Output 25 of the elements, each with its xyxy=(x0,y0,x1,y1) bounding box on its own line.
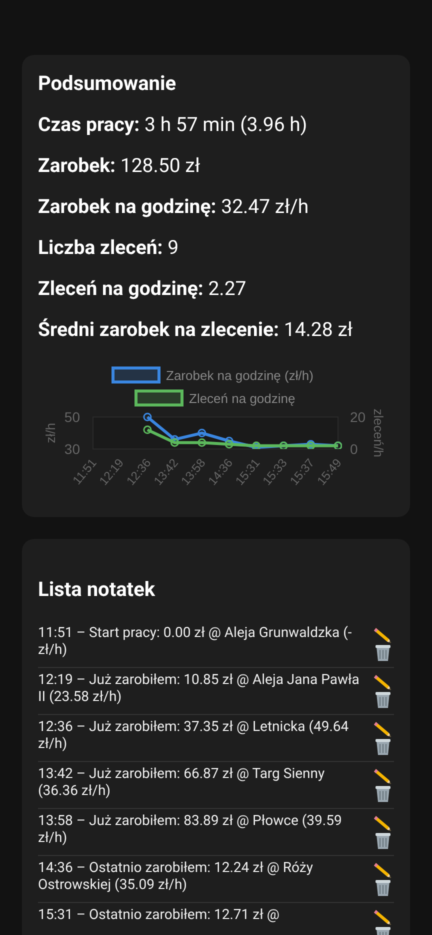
axis-tick-label: 0 xyxy=(350,441,358,457)
axis-tick-label: 30 xyxy=(64,441,80,457)
axis-title: zł/h xyxy=(43,422,58,444)
note-text: 11:51 – Start pracy: 0.00 zł @ Aleja Grunwaldzka (- zł/h) xyxy=(38,625,353,659)
summary-stat: Liczba zleceń: 9 xyxy=(38,236,180,260)
summary-stat: Zarobek: 128.50 zł xyxy=(38,154,202,178)
card-title: Lista notatek xyxy=(38,577,156,601)
note-text: 12:36 – Już zarobiłem: 37.35 zł @ Letnicka (49.64 zł/h) xyxy=(38,719,350,753)
note-text: 13:58 – Już zarobiłem: 83.89 zł @ Płowce (39.59 zł/h) xyxy=(38,813,343,847)
note-text: 15:31 – Ostatnio zarobiłem: 12.71 zł @ xyxy=(38,907,280,924)
axis-title: zleceń/h xyxy=(371,408,386,458)
legend-label: Zarobek na godzinę (zł/h) xyxy=(166,368,314,383)
card-title: Podsumowanie xyxy=(38,71,178,95)
legend-label: Zleceń na godzinę xyxy=(189,391,296,406)
summary-stat: Zleceń na godzinę: 2.27 xyxy=(38,277,248,301)
note-text: 12:19 – Już zarobiłem: 10.85 zł @ Aleja Jana Pawła II (23.58 zł/h) xyxy=(38,672,360,706)
axis-tick-label: 20 xyxy=(350,409,366,425)
legend-item: Zarobek na godzinę (zł/h) xyxy=(112,366,314,384)
legend-item: Zleceń na godzinę xyxy=(134,390,296,406)
axis-tick-label: 50 xyxy=(64,409,80,425)
note-text: 14:36 – Ostatnio zarobiłem: 12.24 zł @ Róży Ostrowskiej (35.09 zł/h) xyxy=(38,860,314,894)
summary-stat: Średni zarobek na zlecenie: 14.28 zł xyxy=(38,318,354,342)
note-text: 13:42 – Już zarobiłem: 66.87 zł @ Targ Sienny (36.36 zł/h) xyxy=(38,766,326,800)
summary-stat: Czas pracy: 3 h 57 min (3.96 h) xyxy=(38,113,308,137)
summary-stat: Zarobek na godzinę: 32.47 zł/h xyxy=(38,195,310,219)
